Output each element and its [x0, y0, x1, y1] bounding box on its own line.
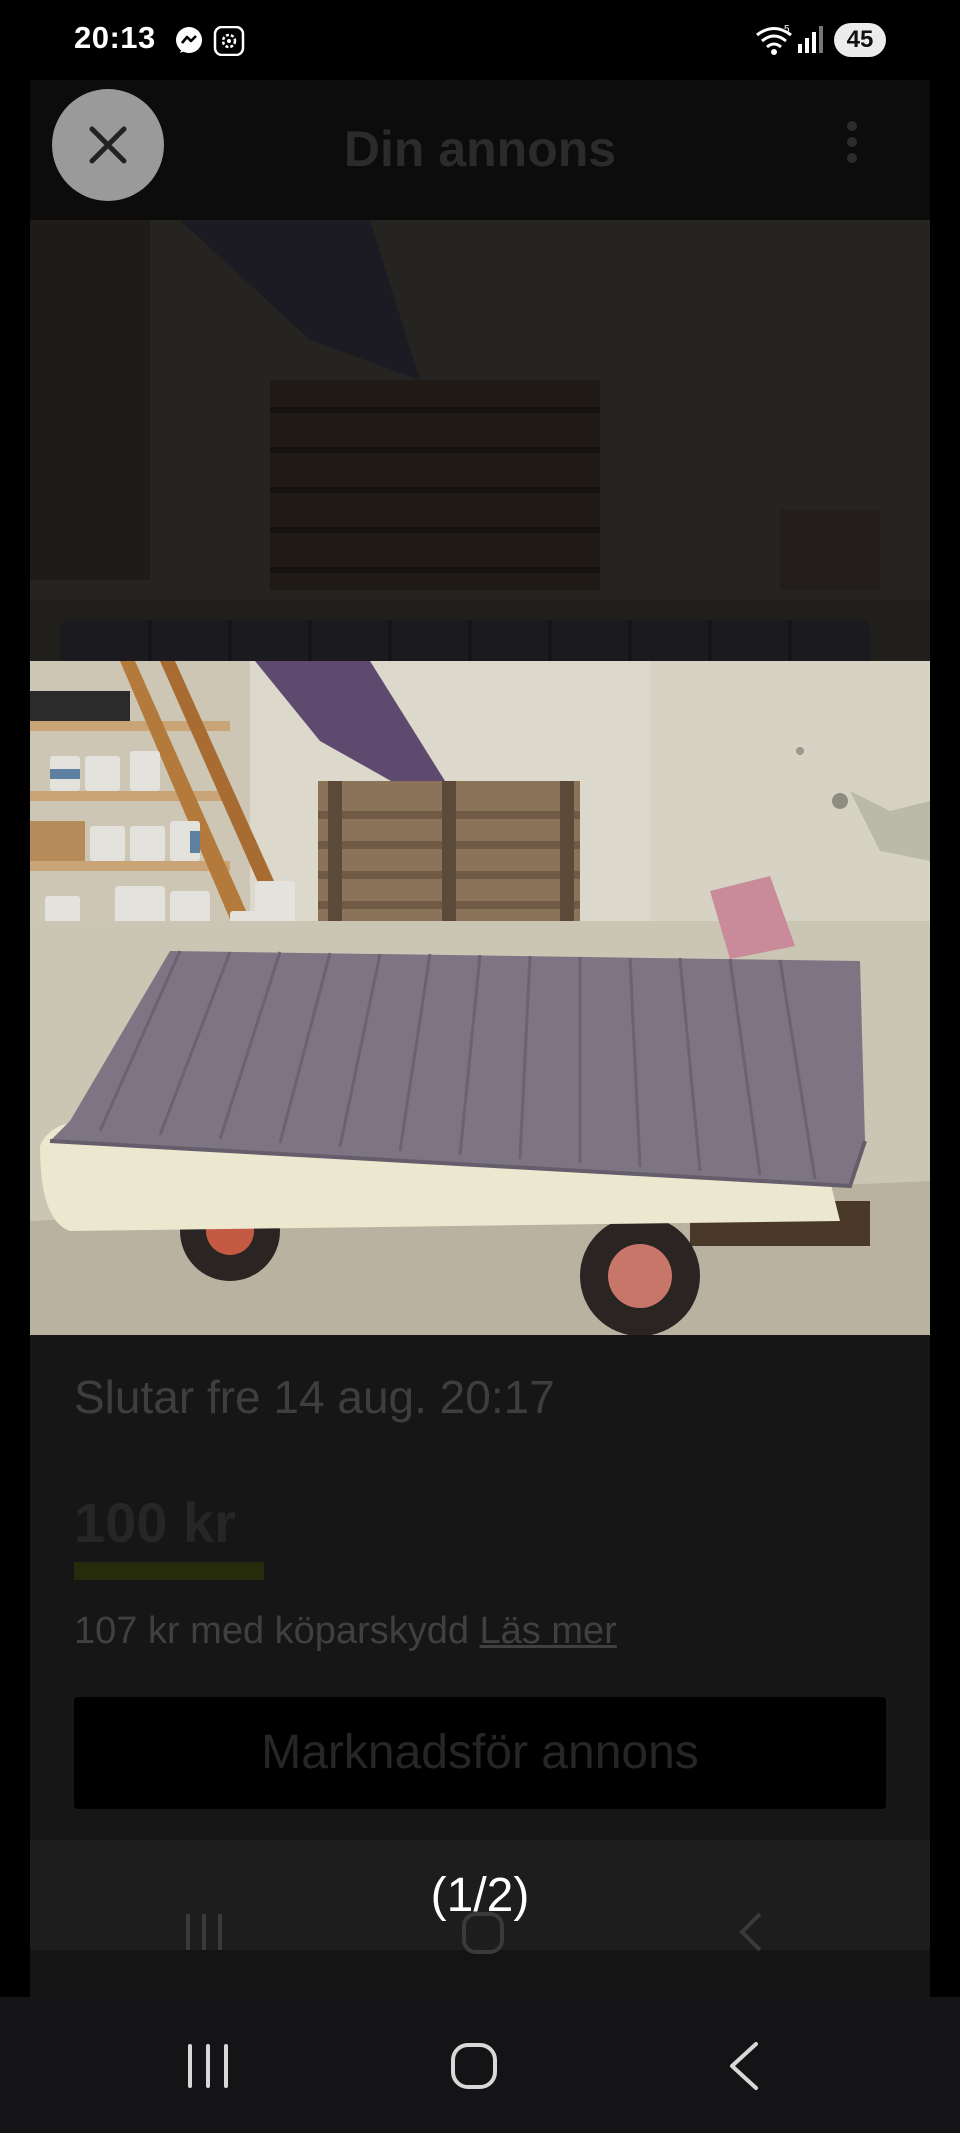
listing-photo[interactable] [30, 661, 930, 1335]
home-icon [451, 2043, 497, 2089]
wifi-icon: 5 [756, 24, 792, 55]
more-options-icon[interactable] [842, 120, 862, 166]
close-button[interactable] [52, 89, 164, 201]
listing-header-title: Din annons [343, 121, 617, 177]
promote-listing-button[interactable]: Marknadsför annons [74, 1697, 886, 1809]
app-notification-icon [213, 26, 245, 56]
back-icon [730, 2042, 758, 2090]
auction-end-text: Slutar fre 14 aug. 20:17 [74, 1371, 555, 1423]
back-button[interactable] [642, 1997, 842, 2133]
system-nav-bar [0, 1997, 960, 2133]
listing-price: 100 kr [74, 1491, 236, 1554]
status-time: 20:13 [74, 20, 156, 55]
battery-indicator: 45 [834, 23, 886, 57]
status-bar: 20:13 5 45 [0, 0, 960, 80]
recent-apps-button[interactable] [106, 1997, 306, 2133]
right-edge [930, 80, 960, 1997]
image-counter: (1/2) [430, 1869, 530, 1922]
read-more-link[interactable]: Läs mer [480, 1610, 617, 1652]
listing-header: Din annons [30, 80, 930, 220]
buyer-protection-price: 107 kr med köparskydd [74, 1610, 480, 1652]
buyer-protection-text: 107 kr med köparskydd Läs mer [74, 1610, 617, 1653]
home-button[interactable] [374, 1997, 574, 2133]
messenger-icon [176, 27, 202, 53]
left-edge [0, 80, 30, 1997]
price-highlight [74, 1562, 264, 1580]
close-icon [89, 126, 127, 164]
svg-text:5: 5 [784, 24, 790, 35]
recent-apps-icon [188, 2044, 228, 2088]
background-bottom-strip [30, 1950, 930, 1997]
signal-icon [798, 26, 823, 53]
